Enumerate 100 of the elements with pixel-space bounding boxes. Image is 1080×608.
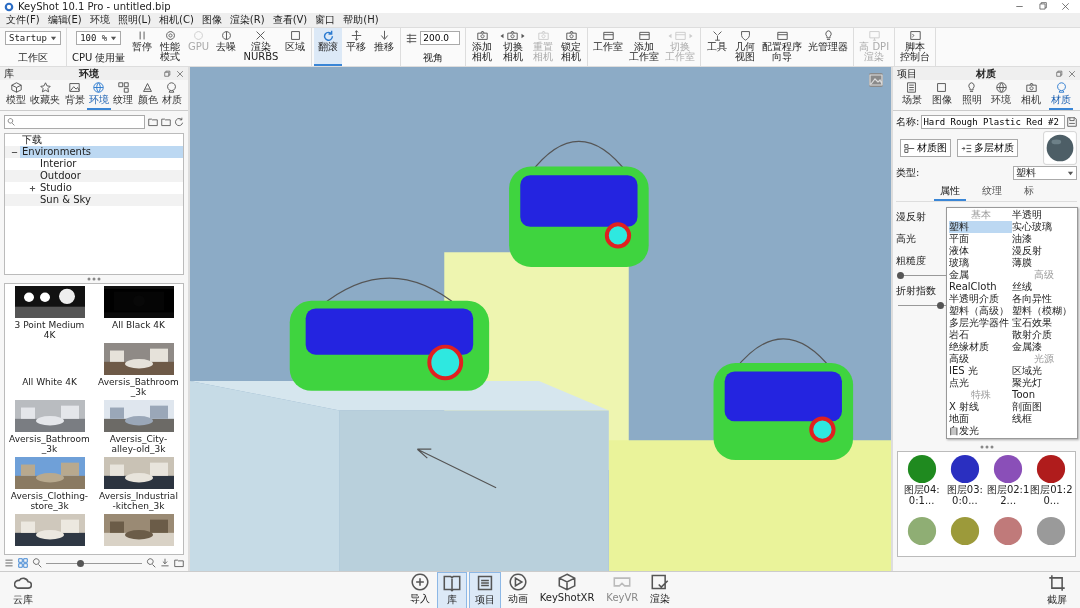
project-tab[interactable]: 材质 xyxy=(1049,81,1074,110)
bottom-toolbar-button[interactable]: 动画 xyxy=(502,571,533,608)
menu-option[interactable]: 剖面图 xyxy=(1012,401,1075,413)
menu-item[interactable]: 查看(V) xyxy=(268,13,312,27)
right-arrow-icon[interactable] xyxy=(520,32,527,39)
close-icon[interactable] xyxy=(1068,69,1076,78)
library-tab[interactable]: 纹理 xyxy=(111,81,136,110)
toolbar-button[interactable]: 去噪 xyxy=(212,28,241,66)
image-icon[interactable] xyxy=(869,73,883,87)
menu-option[interactable]: 自发光 xyxy=(949,425,1012,437)
toolbar-button[interactable]: 脚本 控制台 xyxy=(897,28,934,66)
menu-option[interactable]: 塑料（模糊） xyxy=(1012,305,1075,317)
menu-item[interactable]: 编辑(E) xyxy=(43,13,86,27)
restore-icon[interactable] xyxy=(163,69,171,78)
library-tab[interactable]: 背景 xyxy=(62,81,87,110)
menu-option[interactable]: 多层光学器件 xyxy=(949,317,1012,329)
project-tab[interactable]: 相机 xyxy=(1019,81,1044,110)
menu-item[interactable]: 相机(C) xyxy=(155,13,198,27)
tree-item[interactable]: Environments xyxy=(20,146,183,158)
menu-item[interactable]: 图像 xyxy=(197,13,226,27)
toolbar-button[interactable]: 锁定 相机 xyxy=(557,28,586,66)
menu-item[interactable]: 文件(F) xyxy=(2,13,44,27)
angle-field[interactable]: 200.0 xyxy=(420,31,461,45)
menu-option[interactable]: 丝绒 xyxy=(1012,281,1075,293)
library-tab[interactable]: 颜色 xyxy=(135,81,160,110)
toolbar-button[interactable]: 平移 xyxy=(342,28,371,66)
toolbar-button[interactable]: 添加 工作室 xyxy=(626,28,663,66)
close-icon[interactable] xyxy=(176,69,184,78)
toolbar-button[interactable]: 配置程序 向导 xyxy=(759,28,806,66)
toolbar-button[interactable]: 光管理器 xyxy=(805,28,852,66)
library-tab[interactable]: 收藏夹 xyxy=(28,81,63,110)
slider-thumb[interactable] xyxy=(896,272,904,279)
menu-option[interactable]: 金属 xyxy=(949,269,1012,281)
menu-item[interactable]: 窗口 xyxy=(311,13,340,27)
library-tab[interactable]: 环境 xyxy=(87,81,111,110)
menu-item[interactable]: 照明(L) xyxy=(113,13,156,27)
menu-option[interactable]: 金属漆 xyxy=(1012,341,1075,353)
menu-option[interactable]: 漫反射 xyxy=(1012,245,1075,257)
material-button[interactable]: 多层材质 xyxy=(957,139,1018,157)
menu-option[interactable]: 绝缘材质 xyxy=(949,341,1012,353)
slider-thumb[interactable] xyxy=(937,302,945,309)
tree-item[interactable]: Interior xyxy=(38,158,79,170)
menu-option[interactable]: 薄膜 xyxy=(1012,257,1075,269)
tree-item[interactable]: Studio xyxy=(38,182,74,194)
material-sphere[interactable] xyxy=(907,454,936,484)
menu-option[interactable]: 线框 xyxy=(1012,413,1075,425)
toolbar-dropdown[interactable]: 100 % xyxy=(76,31,122,45)
toolbar-button[interactable]: 工作室 xyxy=(590,28,627,66)
menu-option[interactable]: Toon xyxy=(1012,389,1075,401)
property-tab[interactable]: 属性 xyxy=(933,183,966,201)
menu-option[interactable]: 地面 xyxy=(949,413,1012,425)
toolbar-button[interactable]: 性能 模式 xyxy=(156,28,185,66)
cloud-library-button[interactable]: 云库 xyxy=(8,572,38,608)
zoom-out-icon[interactable] xyxy=(32,558,42,568)
menu-option[interactable]: 岩石 xyxy=(949,329,1012,341)
menu-option[interactable]: 实心玻璃 xyxy=(1012,221,1075,233)
material-sphere[interactable] xyxy=(994,454,1023,484)
menu-option[interactable]: IES 光 xyxy=(949,365,1012,377)
zoom-slider-thumb[interactable] xyxy=(76,559,84,567)
material-button[interactable]: 材质图 xyxy=(900,139,951,157)
bottom-toolbar-button[interactable]: 渲染 xyxy=(645,571,676,608)
property-tab[interactable]: 纹理 xyxy=(975,183,1008,201)
menu-option[interactable]: 宝石效果 xyxy=(1012,317,1075,329)
library-tab[interactable]: 模型 xyxy=(4,81,29,110)
expand-icon[interactable] xyxy=(29,184,36,192)
menu-option[interactable]: 点光 xyxy=(949,377,1012,389)
bottom-toolbar-button[interactable]: 库 xyxy=(436,571,467,608)
grid-view-icon[interactable] xyxy=(18,558,28,568)
material-sphere[interactable] xyxy=(950,454,979,484)
close-icon[interactable] xyxy=(1061,2,1070,11)
menu-option[interactable]: 塑料 xyxy=(949,221,1012,233)
restore-icon[interactable] xyxy=(1055,69,1063,78)
menu-option[interactable]: 区域光 xyxy=(1012,365,1075,377)
menu-option[interactable]: 液体 xyxy=(949,245,1012,257)
menu-option[interactable]: X 射线 xyxy=(949,401,1012,413)
toolbar-button[interactable]: 工具 xyxy=(703,28,732,66)
project-tab[interactable]: 环境 xyxy=(989,81,1014,110)
list-view-icon[interactable] xyxy=(4,558,14,568)
menu-item[interactable]: 环境 xyxy=(85,13,114,27)
menu-option[interactable]: 平面 xyxy=(949,233,1012,245)
toolbar-button[interactable]: 几何 视图 xyxy=(731,28,760,66)
zoom-in-icon[interactable] xyxy=(146,558,156,568)
download-icon[interactable] xyxy=(160,558,170,568)
menu-item[interactable]: 渲染(R) xyxy=(225,13,269,27)
menu-option[interactable]: 各向异性 xyxy=(1012,293,1075,305)
bottom-toolbar-button[interactable]: 项目 xyxy=(468,571,501,608)
menu-option[interactable]: 散射介质 xyxy=(1012,329,1075,341)
toolbar-button[interactable]: 渲染 NURBS xyxy=(240,28,282,66)
material-sphere[interactable] xyxy=(1037,454,1066,484)
name-field[interactable]: Hard Rough Plastic Red #2 xyxy=(921,115,1065,129)
left-arrow-icon[interactable] xyxy=(499,32,506,39)
drag-handle-icon[interactable] xyxy=(979,445,994,449)
menu-item[interactable]: 帮助(H) xyxy=(339,13,383,27)
library-tab[interactable]: 材质 xyxy=(159,81,184,110)
toolbar-button[interactable]: 推移 xyxy=(370,28,399,66)
tree-item[interactable]: 下载 xyxy=(20,134,44,146)
toolbar-button[interactable]: 添加 相机 xyxy=(468,28,497,66)
bottom-toolbar-button[interactable]: 导入 xyxy=(404,571,435,608)
menu-option[interactable]: 玻璃 xyxy=(949,257,1012,269)
refresh-icon[interactable] xyxy=(174,117,184,127)
